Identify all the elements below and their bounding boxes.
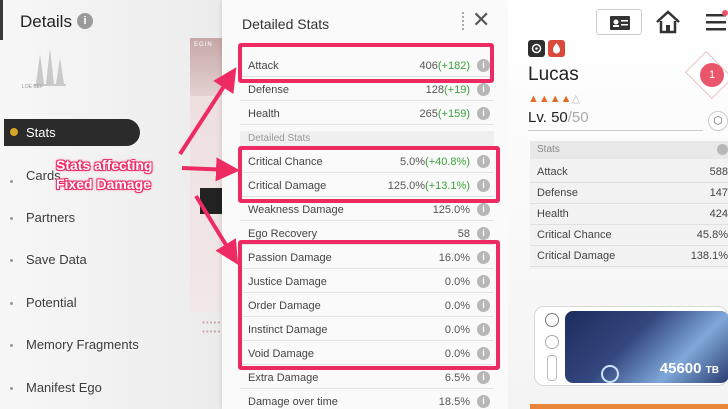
annotation-arrows [178, 67, 240, 265]
arrow-to-critical [181, 157, 240, 182]
arrow-to-attack [178, 67, 237, 156]
arrow-to-attribute-damage [194, 194, 239, 265]
